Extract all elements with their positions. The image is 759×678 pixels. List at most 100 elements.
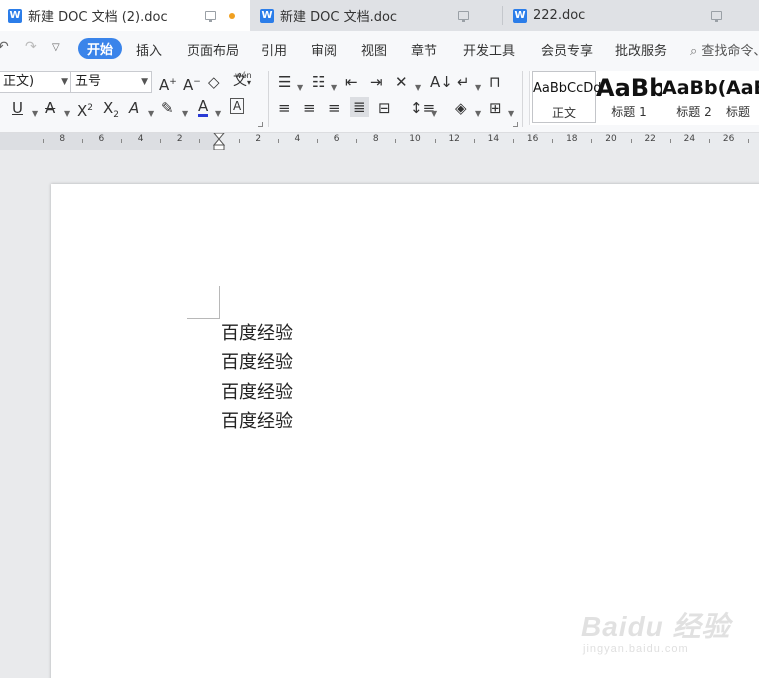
ruler-tick <box>199 139 201 143</box>
menu-view[interactable]: 视图 <box>361 40 387 59</box>
ribbon-toolbar: 正文) ▼ 五号 ▼ A+ A− ◇ wén 文▾ U ▼ A ▼ X2 X2 A… <box>0 67 759 133</box>
ruler-tick <box>317 139 318 143</box>
style-heading-2[interactable]: AaBb( 标题 2 <box>662 71 726 123</box>
bullet-list-icon[interactable]: ☰ <box>278 73 291 91</box>
window-pin-icon[interactable] <box>711 11 722 22</box>
character-border-icon[interactable]: A <box>230 98 245 114</box>
menu-page-layout[interactable]: 页面布局 <box>187 40 239 59</box>
align-left-icon[interactable]: ≡ <box>278 99 291 117</box>
sort-icon[interactable]: A↓ <box>430 73 453 91</box>
shading-icon[interactable]: ◈ <box>455 99 467 117</box>
undo-icon[interactable]: ↶ <box>0 39 9 55</box>
style-sample: AaBb <box>596 74 662 102</box>
borders-icon[interactable]: ⊞ <box>489 99 502 117</box>
chevron-down-icon[interactable]: ▼ <box>148 105 154 123</box>
strikethrough-icon[interactable]: A <box>45 99 55 117</box>
window-pin-icon[interactable] <box>458 11 469 22</box>
decrease-font-size-icon[interactable]: A− <box>183 73 201 94</box>
chevron-down-icon[interactable]: ▼ <box>331 79 337 97</box>
ruler-tick <box>42 139 44 143</box>
font-dialog-launcher[interactable] <box>258 122 263 127</box>
chevron-down-icon[interactable]: ▼ <box>431 105 437 123</box>
clear-format-icon[interactable]: ◇ <box>208 73 220 91</box>
styles-gallery: AaBbCcDd 正文 AaBb 标题 1 AaBb( 标题 2 AaB 标题 <box>529 71 759 125</box>
wps-writer-icon: W <box>513 8 527 23</box>
chevron-down-icon[interactable]: ▼ <box>297 79 303 97</box>
redo-icon[interactable]: ↷ <box>25 39 37 55</box>
tab-divider <box>502 6 503 25</box>
wps-writer-icon: W <box>260 8 274 23</box>
watermark-url: jingyan.baidu.com <box>583 643 689 655</box>
font-size-select[interactable]: 五号 ▼ <box>70 71 152 93</box>
tab-222[interactable]: W 222.doc <box>505 0 755 31</box>
ruler-tick <box>356 139 358 143</box>
align-center-icon[interactable]: ≡ <box>303 99 316 117</box>
align-justify-icon[interactable]: ≣ <box>350 97 369 117</box>
ruler-tick <box>591 139 593 143</box>
command-search[interactable]: ⌕ 查找命令、 <box>690 40 759 59</box>
paragraph-dialog-launcher[interactable] <box>513 122 518 127</box>
chevron-down-icon[interactable]: ▼ <box>182 105 188 123</box>
increase-font-size-icon[interactable]: A+ <box>159 73 177 94</box>
menu-correction-service[interactable]: 批改服务 <box>615 40 667 59</box>
quick-access-dropdown-icon[interactable]: ▽ <box>52 42 60 53</box>
chevron-down-icon[interactable]: ▼ <box>215 105 221 123</box>
window-pin-icon[interactable] <box>205 11 216 22</box>
align-right-icon[interactable]: ≡ <box>328 99 341 117</box>
ruler-tick <box>160 139 162 143</box>
menu-member[interactable]: 会员专享 <box>541 40 593 59</box>
increase-indent-icon[interactable]: ⇥ <box>370 73 383 91</box>
ruler-label: 6 <box>98 134 105 144</box>
menu-home[interactable]: 开始 <box>78 38 123 59</box>
horizontal-ruler[interactable]: 8 6 4 2 2 4 6 8 10 12 14 16 18 20 22 24 26 <box>0 133 759 151</box>
underline-icon[interactable]: U <box>12 99 23 117</box>
paragraph-line[interactable]: 百度经验 <box>221 378 293 404</box>
menu-review[interactable]: 审阅 <box>311 40 337 59</box>
chevron-down-icon[interactable]: ▼ <box>475 79 481 97</box>
distributed-align-icon[interactable]: ⊟ <box>378 99 391 117</box>
font-color-icon[interactable]: A <box>198 98 209 117</box>
text-effect-icon[interactable]: A <box>129 99 139 117</box>
paragraph-line[interactable]: 百度经验 <box>221 407 293 433</box>
superscript-icon[interactable]: X2 <box>77 99 93 120</box>
font-name-select[interactable]: 正文) ▼ <box>0 71 72 93</box>
paragraph-line[interactable]: 百度经验 <box>221 319 293 345</box>
unsaved-dot-icon <box>229 13 235 19</box>
document-canvas[interactable]: 百度经验 百度经验 百度经验 百度经验 Baidu 经验 jingyan.bai… <box>0 150 759 678</box>
style-heading-1[interactable]: AaBb 标题 1 <box>596 71 662 123</box>
group-divider <box>522 71 523 127</box>
tab-document-2[interactable]: W 新建 DOC 文档 (2).doc <box>0 0 250 31</box>
ruler-label: 2 <box>176 134 183 144</box>
tab-title: 222.doc <box>533 8 586 23</box>
chevron-down-icon[interactable]: ▼ <box>475 105 481 123</box>
paragraph-mark-icon[interactable]: ↵ <box>457 73 470 91</box>
style-sample: AaB <box>726 77 759 99</box>
tab-document-1[interactable]: W 新建 DOC 文档.doc <box>252 0 500 31</box>
menu-insert[interactable]: 插入 <box>136 40 162 59</box>
paragraph-line[interactable]: 百度经验 <box>221 348 293 374</box>
command-search-input[interactable]: 查找命令、 <box>701 44 759 59</box>
tab-title: 新建 DOC 文档 (2).doc <box>28 10 168 25</box>
ruler-tick <box>513 139 514 143</box>
ruler-label: 26 <box>722 134 735 144</box>
menu-section[interactable]: 章节 <box>411 40 437 59</box>
ruler-label: 16 <box>526 134 539 144</box>
indent-marker-icon[interactable] <box>213 133 225 151</box>
decrease-indent-icon[interactable]: ⇤ <box>345 73 358 91</box>
highlight-icon[interactable]: ✎ <box>161 99 174 117</box>
chevron-down-icon[interactable]: ▼ <box>32 105 38 123</box>
table-tabs-icon[interactable]: ⊓ <box>489 73 501 91</box>
menu-developer-tools[interactable]: 开发工具 <box>463 40 515 59</box>
chinese-layout-icon[interactable]: ✕ <box>395 73 408 91</box>
chevron-down-icon[interactable]: ▼ <box>415 79 421 97</box>
style-heading[interactable]: AaB 标题 <box>726 71 759 123</box>
chevron-down-icon[interactable]: ▼ <box>64 105 70 123</box>
style-normal[interactable]: AaBbCcDd 正文 <box>532 71 602 123</box>
numbered-list-icon[interactable]: ☷ <box>312 73 325 91</box>
chevron-down-icon[interactable]: ▼ <box>508 105 514 123</box>
ruler-label: 6 <box>333 134 340 144</box>
ruler-tick <box>552 139 554 143</box>
subscript-icon[interactable]: X2 <box>103 99 119 124</box>
menu-references[interactable]: 引用 <box>261 40 287 59</box>
phonetic-guide-icon[interactable]: wén 文▾ <box>233 71 252 92</box>
